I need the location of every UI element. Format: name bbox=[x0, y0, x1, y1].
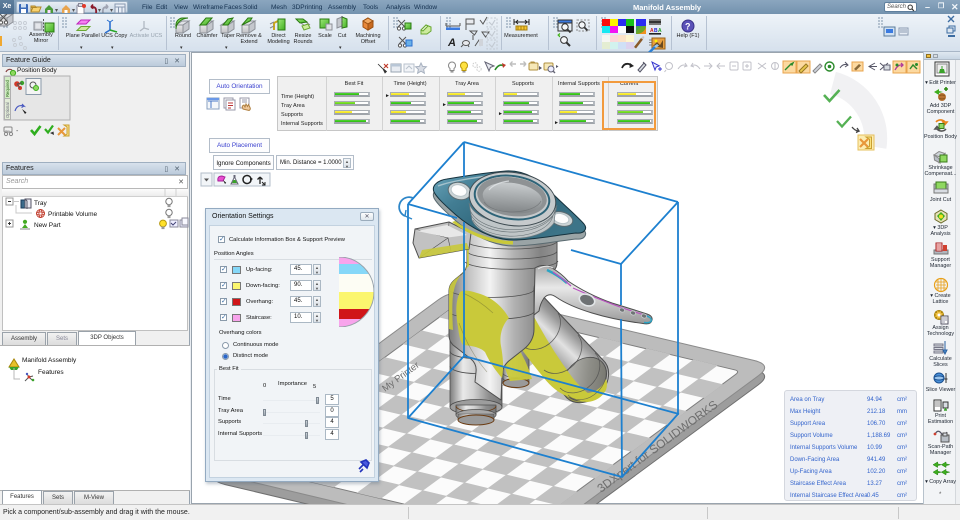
svg-text:-: - bbox=[16, 128, 19, 135]
svg-text:Required: Required bbox=[5, 79, 10, 97]
svg-text:A: A bbox=[447, 37, 456, 49]
svg-text:Optional: Optional bbox=[5, 102, 10, 118]
svg-text:?: ? bbox=[685, 22, 691, 32]
svg-text:oo: oo bbox=[5, 128, 10, 133]
svg-text:*: * bbox=[939, 492, 942, 498]
